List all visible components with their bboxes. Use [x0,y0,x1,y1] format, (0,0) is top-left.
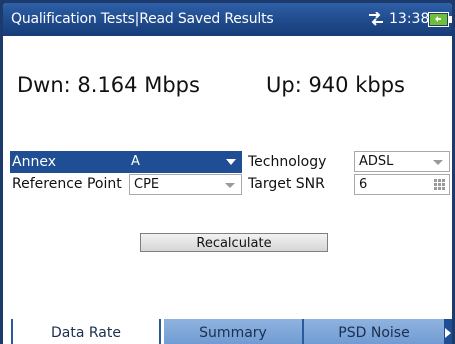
recalculate-button[interactable]: Recalculate [140,233,328,252]
target-snr-value: 6 [359,177,368,192]
chevron-down-icon [225,183,235,188]
upstream-rate: Up: 940 kbps [266,73,405,97]
keypad-icon[interactable] [434,179,445,190]
app-window: Qualification Tests|Read Saved Results 1… [3,3,452,344]
technology-dropdown[interactable]: ADSL [354,151,450,172]
tab-data-rate[interactable]: Data Rate [11,319,161,344]
technology-label: Technology [248,154,327,170]
battery-icon [428,12,452,27]
reference-point-label: Reference Point [12,176,122,192]
target-snr-label: Target SNR [248,176,325,192]
downstream-rate: Dwn: 8.164 Mbps [17,73,200,97]
tab-psd-noise[interactable]: PSD Noise [304,319,444,344]
clock-time: 13:38 [389,11,430,27]
annex-label: Annex [12,154,56,170]
technology-value: ADSL [359,154,394,169]
tab-summary[interactable]: Summary [164,319,302,344]
window-title: Qualification Tests|Read Saved Results [11,11,274,27]
target-snr-field[interactable]: 6 [354,174,450,195]
annex-selector[interactable]: Annex A [10,151,242,173]
tab-bar: Data Rate Summary PSD Noise [3,319,452,344]
title-bar: Qualification Tests|Read Saved Results 1… [3,3,452,36]
chevron-down-icon [226,159,236,165]
reference-point-dropdown[interactable]: CPE [129,174,242,195]
chevron-down-icon [433,160,443,165]
annex-value: A [131,154,140,169]
arrow-right-icon [445,328,451,338]
reference-point-value: CPE [134,177,160,192]
tab-scroll-right[interactable] [444,319,452,344]
network-arrows-icon [369,12,383,26]
